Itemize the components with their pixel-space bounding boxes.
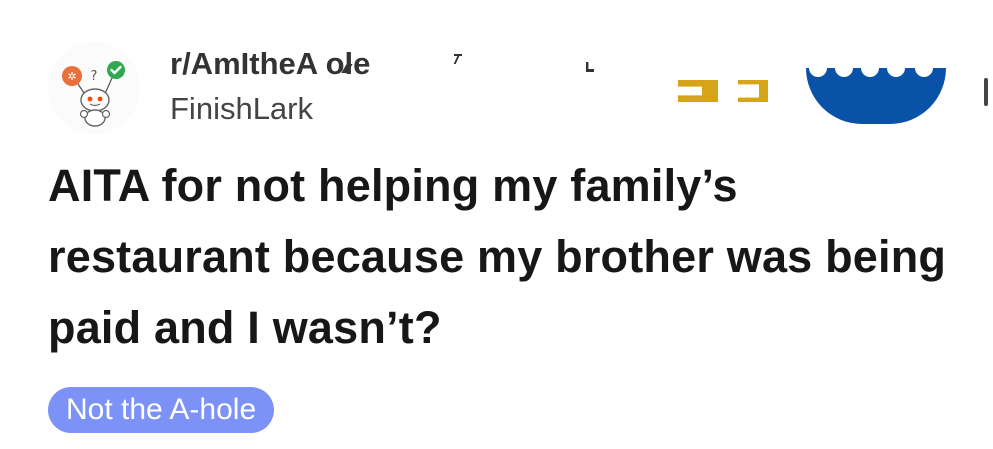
user-avatar[interactable]: ✲ ? xyxy=(48,42,140,134)
post-flair-badge[interactable]: Not the A-hole xyxy=(48,387,275,433)
post-title[interactable]: AITA for not helping my family’s restaur… xyxy=(48,150,968,363)
subreddit-name[interactable]: r/AmItheA ole xyxy=(170,44,370,84)
author-username[interactable]: FinishLark xyxy=(170,88,370,130)
text-fragment-artifact xyxy=(586,62,594,72)
svg-text:?: ? xyxy=(91,69,98,84)
post-meta: r/AmItheA ole FinishLark xyxy=(170,44,370,130)
award-fragment-artifact xyxy=(738,80,768,102)
banner-fragment-cutout xyxy=(809,60,933,77)
award-fragment-artifact xyxy=(678,80,718,102)
reddit-snoo-avatar-icon: ✲ ? xyxy=(62,61,125,127)
post-header: ✲ ? r/AmItheA ole FinishLark xyxy=(48,40,988,140)
svg-text:✲: ✲ xyxy=(67,70,76,83)
right-edge-fragment xyxy=(984,78,988,106)
